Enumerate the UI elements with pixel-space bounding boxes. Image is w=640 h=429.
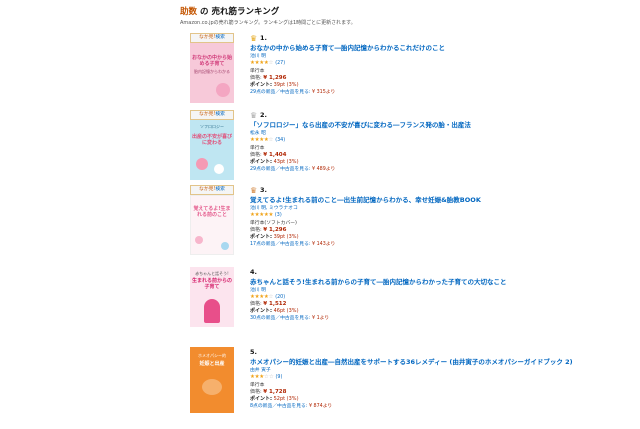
review-count-link[interactable]: (20) (275, 295, 285, 300)
cover-subtitle: 赤ちゃんと話そう! (195, 271, 229, 276)
cover-title: 妊娠と出産 (199, 361, 225, 367)
star-rating[interactable]: ★★★★☆ (20) (250, 294, 610, 301)
author-link[interactable]: 池川 明 (250, 53, 610, 60)
used-offers-link[interactable]: 8点の新品／中古品を見る: ¥ 874より (250, 403, 610, 410)
book-cover[interactable]: ホメオパシー的 妊娠と出産 (190, 347, 234, 413)
author-link[interactable]: 松永 昭 (250, 130, 610, 137)
cover-subtitle: 胎内記憶からわかる (194, 69, 230, 74)
cover-art (214, 164, 224, 174)
look-inside-badge[interactable]: なか見!検索 (190, 33, 234, 43)
used-offers-link[interactable]: 30点の新品／中古品を見る: ¥ 1より (250, 315, 610, 322)
cover-art (196, 158, 208, 170)
price-row: 価格: ¥ 1,296 (250, 227, 287, 233)
rank-number: 3. (260, 186, 267, 194)
star-rating[interactable]: ★★★★☆ (27) (250, 60, 610, 67)
cover-art (202, 379, 222, 395)
used-offers-link[interactable]: 17点の新品／中古品を見る: ¥ 143より (250, 241, 610, 248)
points-row: ポイント: 52pt (3%) (250, 396, 299, 402)
star-rating[interactable]: ★★★☆☆ (9) (250, 374, 610, 381)
cover-art (195, 236, 203, 244)
cover-title: 生まれる前からの子育て (192, 278, 233, 290)
review-count-link[interactable]: (34) (275, 138, 285, 143)
page-title: 助数 の 売れ筋ランキング (180, 7, 620, 18)
book-format: 単行本 (250, 146, 265, 151)
price-row: 価格: ¥ 1,512 (250, 301, 287, 307)
book-cover[interactable]: 覚えてるよ!生まれる前のこと (190, 195, 234, 255)
review-count-link[interactable]: (27) (275, 61, 285, 66)
used-offers-link[interactable]: 29点の新品／中古品を見る: ¥ 315より (250, 89, 610, 96)
book-title-link[interactable]: おなかの中から始める子育て―胎内記憶からわかるこれだけのこと (250, 44, 610, 52)
star-rating[interactable]: ★★★★☆ (34) (250, 137, 610, 144)
review-count-link[interactable]: (9) (276, 375, 283, 380)
book-title-link[interactable]: 「ソフロロジー」なら出産の不安が喜びに変わる―フランス発の胎・出産法 (250, 121, 610, 129)
book-title-link[interactable]: ホメオパシー的妊娠と出産―自然出産をサポートする36レメディー (由井寅子のホメ… (250, 358, 610, 366)
cover-subtitle: ホメオパシー的 (198, 353, 226, 358)
points-row: ポイント: 39pt (3%) (250, 234, 299, 240)
rank-number: 4. (250, 268, 257, 276)
cover-art (204, 299, 220, 323)
cover-title: 出産の不安が喜びに変わる (192, 134, 233, 146)
cover-art (216, 83, 230, 97)
review-count-link[interactable]: (3) (275, 213, 282, 218)
look-inside-badge[interactable]: なか見!検索 (190, 110, 234, 120)
silver-crown-icon: ♛ (250, 111, 258, 120)
gold-crown-icon: ♛ (250, 34, 258, 43)
star-rating[interactable]: ★★★★★ (3) (250, 212, 610, 219)
ranking-header: 助数 の 売れ筋ランキング Amazon.co.jpの売れ筋ランキング。ランキン… (180, 7, 620, 27)
points-row: ポイント: 43pt (3%) (250, 159, 299, 165)
points-row: ポイント: 39pt (3%) (250, 82, 299, 88)
used-offers-link[interactable]: 29点の新品／中古品を見る: ¥ 489より (250, 166, 610, 173)
price-row: 価格: ¥ 1,404 (250, 152, 287, 158)
book-cover[interactable]: ソフロロジー 出産の不安が喜びに変わる (190, 120, 234, 180)
cover-subtitle: ソフロロジー (200, 124, 224, 129)
cover-art (221, 242, 229, 250)
book-format: 単行本 (250, 69, 265, 74)
page-subtitle: Amazon.co.jpの売れ筋ランキング。ランキングは1時間ごとに更新されます… (180, 20, 356, 26)
category-label[interactable]: 助数 (180, 7, 197, 17)
cover-title: おなかの中から始める子育て (192, 55, 233, 67)
ranking-label: の 売れ筋ランキング (199, 7, 280, 17)
ranking-item: なか見!検索 おなかの中から始める子育て 胎内記憶からわかる ♛ 1. おなかの… (190, 33, 630, 115)
rank-number: 5. (250, 348, 257, 356)
price-row: 価格: ¥ 1,296 (250, 75, 287, 81)
rank-number: 1. (260, 34, 267, 42)
ranking-item: なか見!検索 ソフロロジー 出産の不安が喜びに変わる ♛ 2. 「ソフロロジー」… (190, 110, 630, 192)
cover-title: 覚えてるよ!生まれる前のこと (193, 206, 231, 218)
bronze-crown-icon: ♛ (250, 186, 258, 195)
author-link[interactable]: 池川 明 (250, 287, 610, 294)
ranking-item: 赤ちゃんと話そう! 生まれる前からの子育て 4. 赤ちゃんと話そう!生まれる前か… (190, 267, 630, 349)
ranking-item: ホメオパシー的 妊娠と出産 5. ホメオパシー的妊娠と出産―自然出産をサポートす… (190, 347, 630, 429)
book-format: 単行本 (250, 383, 265, 388)
points-row: ポイント: 46pt (3%) (250, 308, 299, 314)
book-cover[interactable]: おなかの中から始める子育て 胎内記憶からわかる (190, 43, 234, 103)
ranking-item: なか見!検索 覚えてるよ!生まれる前のこと ♛ 3. 覚えてるよ!生まれる前のこ… (190, 185, 630, 267)
book-title-link[interactable]: 覚えてるよ!生まれる前のこと―出生前記憶からわかる、幸せ妊娠&胎教BOOK (250, 196, 610, 204)
look-inside-badge[interactable]: なか見!検索 (190, 185, 234, 195)
book-cover[interactable]: 赤ちゃんと話そう! 生まれる前からの子育て (190, 267, 234, 327)
author-link[interactable]: 池川 明, ミウラナオコ (250, 205, 610, 212)
book-format: 単行本(ソフトカバー) (250, 221, 297, 226)
author-link[interactable]: 由井 寅子 (250, 367, 610, 374)
price-row: 価格: ¥ 1,728 (250, 389, 287, 395)
rank-number: 2. (260, 111, 267, 119)
book-title-link[interactable]: 赤ちゃんと話そう!生まれる前からの子育て―胎内記憶からわかった子育ての大切なこと (250, 278, 610, 286)
